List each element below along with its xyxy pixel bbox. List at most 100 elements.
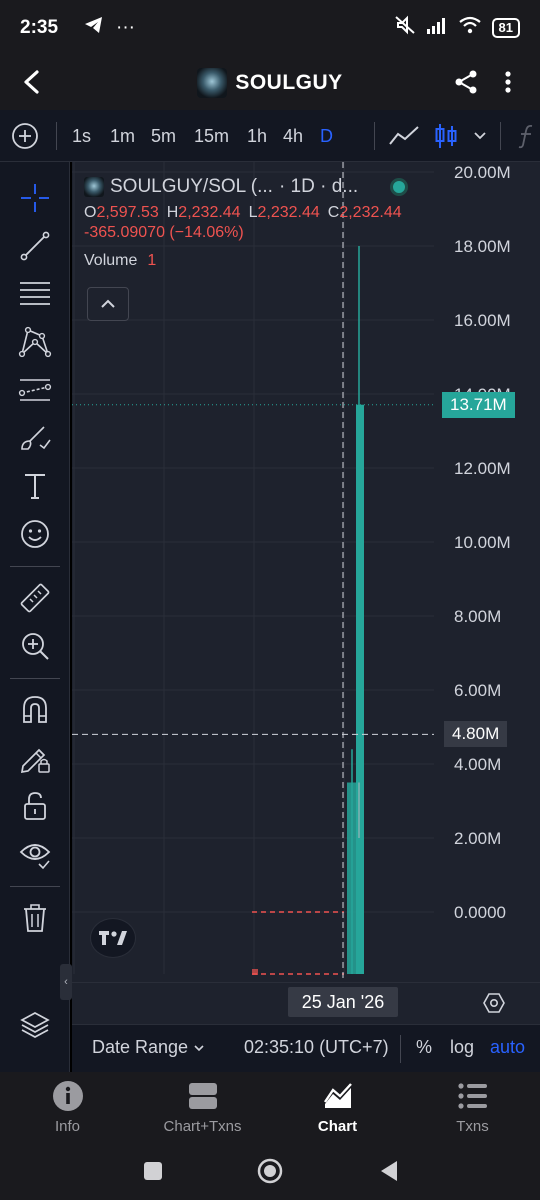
nav-chart-txns[interactable]: Chart+Txns	[135, 1080, 270, 1135]
price-axis-label: 2.00M	[454, 829, 501, 848]
measure-tool[interactable]	[15, 578, 55, 618]
title-bar: SOULGUY	[0, 56, 540, 110]
timeframe-1h[interactable]: 1h	[247, 122, 267, 150]
lock-all-tool[interactable]	[15, 786, 55, 826]
candlestick-icon	[435, 124, 457, 148]
more-menu-button[interactable]	[494, 64, 522, 100]
token-logo	[197, 68, 228, 98]
nav-chart-txns-label: Chart+Txns	[163, 1118, 242, 1135]
line-chart-icon	[389, 126, 419, 145]
legend-ohlc: O2,597.53 H2,232.44 L2,232.44 C2,232.44	[84, 204, 408, 222]
price-axis-label: 0.0000	[454, 903, 506, 922]
tradingview-logo[interactable]	[90, 918, 136, 958]
plus-circle-icon	[12, 123, 38, 149]
nav-chart[interactable]: Chart	[270, 1080, 405, 1135]
price-axis-label: 8.00M	[454, 607, 501, 626]
candle-chart-type-button[interactable]	[434, 122, 458, 150]
crosshair-tool[interactable]	[15, 178, 55, 218]
magnet-tool[interactable]	[15, 690, 55, 730]
nav-info-label: Info	[54, 1118, 81, 1135]
legend-volume[interactable]: Volume 1	[84, 252, 408, 270]
toolbar-divider	[374, 122, 375, 150]
lock-drawings-tool[interactable]	[15, 738, 55, 778]
timeframe-d[interactable]: D	[320, 122, 333, 150]
toolbar-divider	[10, 566, 60, 567]
delete-drawings-tool[interactable]	[15, 898, 55, 938]
grid-layer	[72, 162, 434, 974]
legend-collapse-button[interactable]	[87, 287, 129, 321]
add-symbol-button[interactable]	[8, 119, 42, 153]
line-chart-type-button[interactable]	[388, 122, 420, 150]
area-chart-icon	[323, 1083, 352, 1108]
crosshair-layer	[72, 162, 434, 982]
wifi-icon	[458, 16, 482, 40]
timeframe-4h[interactable]: 4h	[283, 122, 303, 150]
trend-line-tool[interactable]	[15, 226, 55, 266]
nav-txns[interactable]: Txns	[405, 1080, 540, 1135]
nav-chart-label: Chart	[317, 1118, 358, 1135]
forecast-tool[interactable]	[15, 370, 55, 410]
collapse-toolbar-handle[interactable]: ‹	[60, 964, 72, 1000]
legend-symbol[interactable]: SOULGUY/SOL (...	[110, 176, 273, 198]
chart-legend: SOULGUY/SOL (... · 1D · d... O2,597.53 H…	[84, 176, 409, 270]
timeframe-1m[interactable]: 1m	[110, 122, 135, 150]
system-nav-bar	[0, 1142, 540, 1200]
recents-button[interactable]	[138, 1156, 168, 1186]
timeframe-1s[interactable]: 1s	[72, 122, 91, 150]
zoom-in-icon	[22, 633, 49, 660]
text-tool[interactable]	[15, 466, 55, 506]
crosshair-icon	[21, 184, 49, 212]
price-axis-label: 6.00M	[454, 681, 501, 700]
drawing-toolbar	[0, 162, 70, 1074]
log-scale-toggle[interactable]: log	[450, 1037, 474, 1058]
zoom-tool[interactable]	[15, 626, 55, 666]
timeframe-15m[interactable]: 15m	[194, 122, 229, 150]
back-nav-button[interactable]	[374, 1156, 404, 1186]
auto-scale-toggle[interactable]: auto	[490, 1037, 525, 1058]
emoji-tool[interactable]	[15, 514, 55, 554]
fib-retracement-tool[interactable]	[15, 274, 55, 314]
list-icon	[457, 1083, 487, 1109]
square-icon	[144, 1162, 162, 1180]
candle-body	[356, 404, 364, 974]
layers-icon	[20, 1012, 50, 1038]
nav-info[interactable]: Info	[0, 1080, 135, 1135]
price-axis-labels: 20.00M18.00M16.00M14.00M12.00M10.00M8.00…	[454, 163, 511, 922]
share-button[interactable]	[448, 64, 484, 100]
timezone-clock[interactable]: 02:35:10 (UTC+7)	[244, 1037, 389, 1058]
pattern-tool[interactable]	[15, 322, 55, 362]
indicators-button[interactable]	[516, 122, 540, 150]
date-range-dropdown[interactable]: Date Range	[92, 1037, 205, 1058]
chevron-left-icon: ‹	[64, 976, 68, 988]
legend-high-value: 2,232.44	[178, 204, 241, 221]
price-axis-label: 16.00M	[454, 311, 511, 330]
smiley-icon	[21, 520, 49, 548]
hide-drawings-tool[interactable]	[15, 834, 55, 874]
volume-label: Volume	[84, 252, 138, 269]
market-status-dot	[390, 178, 409, 196]
crosshair-price-tag: 4.80M	[444, 721, 508, 748]
legend-interval: · 1D · d...	[278, 176, 359, 197]
timeframe-5m[interactable]: 5m	[151, 122, 176, 150]
price-axis-label: 20.00M	[454, 163, 511, 182]
toolbar-divider	[10, 886, 60, 887]
chart-type-dropdown[interactable]	[472, 122, 488, 150]
dash-layer	[252, 911, 344, 975]
status-bar: 2:35 ··· 81	[0, 0, 540, 56]
nav-txns-label: Txns	[456, 1118, 489, 1135]
status-time: 2:35	[20, 17, 59, 38]
back-button[interactable]	[14, 64, 50, 100]
triangle-back-icon	[381, 1161, 397, 1181]
date-axis[interactable]: 25 Jan '26	[72, 982, 540, 1024]
arrow-left-icon	[24, 70, 39, 94]
notification-more-icon: ···	[116, 17, 136, 38]
unlock-icon	[24, 792, 46, 820]
hexagon-settings-icon	[483, 993, 505, 1013]
percent-scale-toggle[interactable]: %	[416, 1037, 432, 1058]
object-tree-tool[interactable]	[15, 1006, 55, 1046]
chart-settings-button[interactable]	[480, 989, 508, 1017]
home-button[interactable]	[255, 1156, 285, 1186]
brush-tool[interactable]	[15, 418, 55, 458]
legend-token-logo	[84, 177, 104, 197]
chart-area[interactable]: 20.00M 18.00M 16.00M 1 4.00M 12.00M 10.00M 8.00…	[72, 162, 540, 982]
